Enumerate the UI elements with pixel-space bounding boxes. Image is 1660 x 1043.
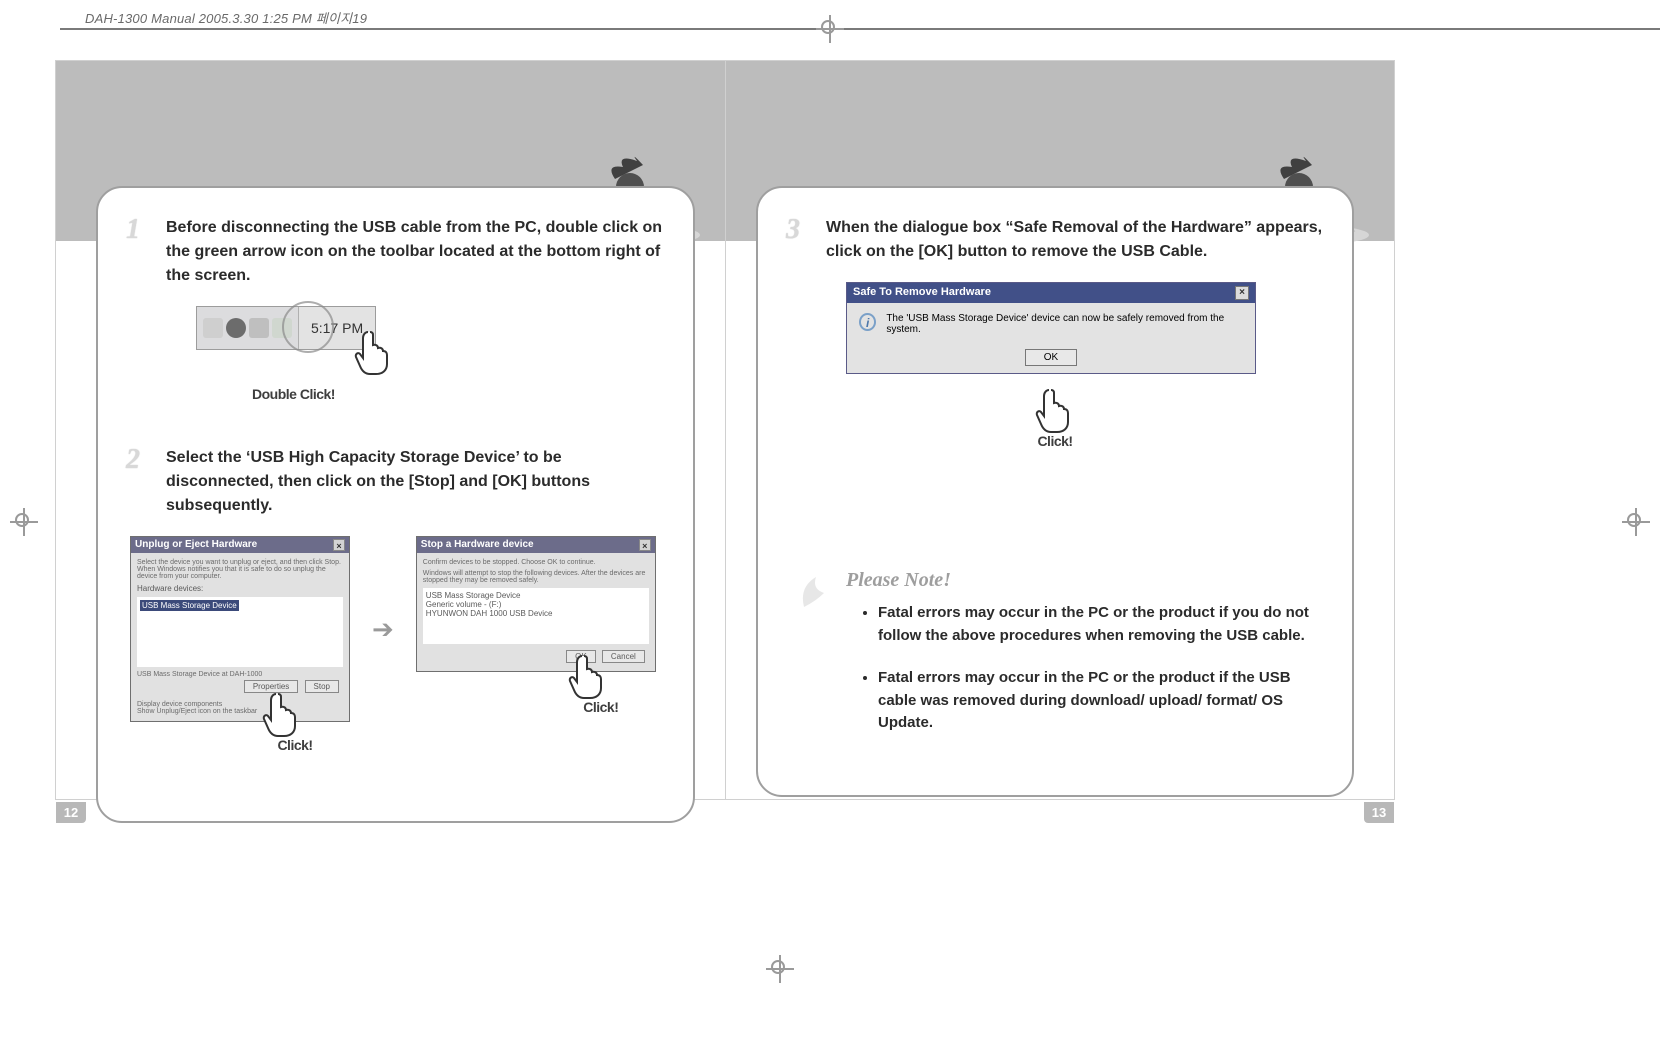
cursor-hand-icon: [352, 326, 396, 376]
stop-dialog: Stop a Hardware device × Confirm devices…: [416, 536, 656, 672]
close-icon[interactable]: ×: [639, 539, 651, 551]
stop-button[interactable]: Stop: [305, 680, 339, 693]
registration-mark-bottom: [766, 955, 794, 983]
systray-example: 5:17 PM Double Click!: [196, 306, 665, 350]
page-left: Disconnecting the USB cable from the Pla…: [56, 61, 725, 799]
double-click-label: Double Click!: [252, 386, 335, 402]
cursor-hand-icon: [260, 688, 304, 738]
info-icon: i: [859, 313, 876, 331]
please-note-box: Please Note! Fatal errors may occur in t…: [806, 569, 1314, 735]
note-item: Fatal errors may occur in the PC or the …: [878, 667, 1314, 735]
network-icon: [226, 318, 246, 338]
note-lead-icon: [794, 567, 844, 617]
click-label: Click!: [786, 433, 1324, 449]
stop-warn: Windows will attempt to stop the followi…: [423, 570, 649, 584]
cursor-hand-icon: [1033, 384, 1077, 434]
registration-mark-top: [816, 15, 844, 43]
print-slug: DAH-1300 Manual 2005.3.30 1:25 PM 페이지19: [85, 8, 367, 27]
step-number: 3: [786, 216, 812, 264]
click-label: Click!: [546, 699, 656, 715]
drive-icon: [249, 318, 269, 338]
unplug-dialog: Unplug or Eject Hardware × Select the de…: [130, 536, 350, 722]
step-3: 3 When the dialogue box “Safe Removal of…: [786, 216, 1324, 264]
note-item: Fatal errors may occur in the PC or the …: [878, 602, 1314, 647]
safe-remove-dialog: Safe To Remove Hardware × i The 'USB Mas…: [846, 282, 1256, 374]
step-2: 2 Select the ‘USB High Capacity Storage …: [126, 446, 665, 518]
panel-left: 1 Before disconnecting the USB cable fro…: [96, 186, 695, 823]
step-number: 1: [126, 216, 152, 288]
registration-mark-right: [1622, 508, 1650, 536]
safely-remove-icon: [272, 318, 292, 338]
step-text: Select the ‘USB High Capacity Storage De…: [166, 446, 665, 518]
hw-label: Hardware devices:: [137, 584, 343, 593]
click-label: Click!: [240, 737, 350, 753]
panel-right: 3 When the dialogue box “Safe Removal of…: [756, 186, 1354, 797]
list-item: USB Mass Storage Device: [426, 591, 646, 600]
safe-remove-body: The 'USB Mass Storage Device' device can…: [886, 313, 1243, 335]
safe-remove-title: Safe To Remove Hardware: [853, 286, 991, 300]
stop-dialog-title: Stop a Hardware device: [421, 539, 534, 551]
ok-button[interactable]: OK: [1025, 349, 1077, 366]
chk-components[interactable]: Display device components: [137, 701, 343, 708]
close-icon[interactable]: ×: [333, 539, 345, 551]
unplug-instr: Select the device you want to unplug or …: [137, 559, 343, 580]
arrow-right-icon: ➔: [372, 614, 394, 645]
list-item: HYUNWON DAH 1000 USB Device: [426, 609, 646, 618]
stop-instr: Confirm devices to be stopped. Choose OK…: [423, 559, 649, 566]
note-heading: Please Note!: [846, 569, 1314, 592]
registration-mark-left: [10, 508, 38, 536]
step-text: Before disconnecting the USB cable from …: [166, 216, 665, 288]
unplug-dialog-wrap: Unplug or Eject Hardware × Select the de…: [130, 536, 350, 753]
device-info: USB Mass Storage Device at DAH-1000: [137, 671, 343, 678]
chk-show-icon[interactable]: Show Unplug/Eject icon on the taskbar: [137, 708, 343, 715]
speaker-icon: [203, 318, 223, 338]
list-item: Generic volume - (F:): [426, 600, 646, 609]
page-number-right: 13: [1364, 802, 1394, 823]
cursor-hand-icon: [566, 650, 610, 700]
close-icon[interactable]: ×: [1235, 286, 1249, 300]
manual-spread: Disconnecting the USB cable from the Pla…: [55, 60, 1395, 800]
unplug-dialog-title: Unplug or Eject Hardware: [135, 539, 257, 551]
step-1: 1 Before disconnecting the USB cable fro…: [126, 216, 665, 288]
stop-dialog-wrap: Stop a Hardware device × Confirm devices…: [416, 536, 656, 715]
step-number: 2: [126, 446, 152, 518]
step-text: When the dialogue box “Safe Removal of t…: [826, 216, 1324, 264]
top-rule: [60, 28, 1660, 30]
device-selected[interactable]: USB Mass Storage Device: [140, 600, 239, 611]
page-right: Disconnecting the USB cable from the Pla…: [725, 61, 1394, 799]
page-number-left: 12: [56, 802, 86, 823]
